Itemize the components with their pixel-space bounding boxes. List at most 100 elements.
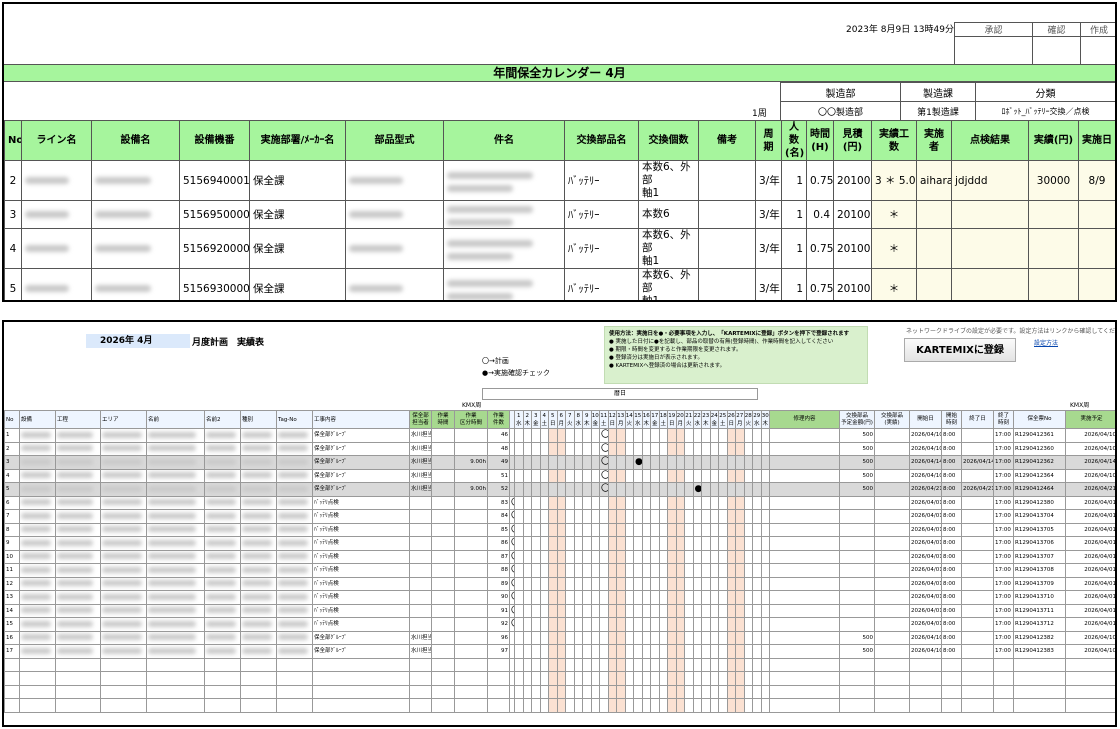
- day-cell[interactable]: [658, 536, 668, 551]
- day-cell[interactable]: [701, 630, 711, 645]
- actual-cost-input[interactable]: 30000: [1028, 160, 1079, 201]
- day-cell[interactable]: [658, 522, 668, 537]
- day-cell[interactable]: [735, 590, 745, 605]
- scheduled-date[interactable]: 2026/04/01: [1065, 509, 1115, 524]
- part-model[interactable]: [345, 200, 444, 229]
- planned-amount[interactable]: [839, 509, 875, 524]
- day-cell[interactable]: [752, 590, 762, 605]
- day-cell[interactable]: [650, 441, 660, 456]
- day-cell[interactable]: [514, 441, 524, 456]
- day-cell[interactable]: [548, 509, 558, 524]
- empty-cell[interactable]: [55, 684, 101, 699]
- planned-amount[interactable]: 500: [839, 428, 875, 443]
- repair-content[interactable]: [769, 603, 840, 618]
- day-cell[interactable]: [709, 468, 719, 483]
- day-cell[interactable]: [658, 495, 668, 510]
- start-time[interactable]: 8:00: [941, 630, 962, 645]
- day-cell[interactable]: [658, 549, 668, 564]
- empty-cell[interactable]: [909, 657, 942, 672]
- day-cell[interactable]: [607, 455, 617, 470]
- day-cell[interactable]: [726, 441, 736, 456]
- end-time[interactable]: 17:00: [993, 630, 1014, 645]
- day-cell[interactable]: [522, 522, 532, 537]
- empty-cell[interactable]: [874, 698, 910, 713]
- redacted-cell[interactable]: [146, 549, 205, 564]
- plan-row[interactable]: 6ﾊﾞｯﾃﾘ点検83〇2026/04/018:0017:00R129041238…: [4, 495, 1115, 510]
- work-time[interactable]: [431, 428, 455, 443]
- end-date[interactable]: [961, 590, 994, 605]
- work-hours[interactable]: [454, 536, 488, 551]
- redacted-cell[interactable]: [240, 590, 277, 605]
- day-cell[interactable]: [641, 455, 651, 470]
- empty-cell[interactable]: [240, 671, 277, 686]
- start-date[interactable]: 2026/04/01: [909, 590, 942, 605]
- day-cell[interactable]: [531, 630, 541, 645]
- work-hours[interactable]: [454, 630, 488, 645]
- empty-cell[interactable]: [240, 698, 277, 713]
- day-cell[interactable]: [624, 549, 634, 564]
- remarks[interactable]: [698, 160, 756, 201]
- day-cell[interactable]: [709, 617, 719, 632]
- empty-cell[interactable]: [735, 657, 745, 672]
- day-cell[interactable]: [548, 576, 558, 591]
- day-cell[interactable]: [599, 522, 609, 537]
- end-time[interactable]: 17:00: [993, 468, 1014, 483]
- day-cell[interactable]: [752, 495, 762, 510]
- redacted-cell[interactable]: [55, 563, 101, 578]
- day-cell[interactable]: [565, 482, 575, 497]
- day-cell[interactable]: [565, 441, 575, 456]
- day-cell[interactable]: [582, 495, 592, 510]
- empty-cell[interactable]: [539, 684, 549, 699]
- redacted-cell[interactable]: [204, 522, 241, 537]
- actual-amount[interactable]: [874, 644, 910, 659]
- empty-cell[interactable]: [743, 657, 753, 672]
- day-cell[interactable]: [701, 522, 711, 537]
- day-cell[interactable]: [522, 468, 532, 483]
- work-time[interactable]: [431, 549, 455, 564]
- redacted-cell[interactable]: [100, 522, 147, 537]
- redacted-cell[interactable]: [276, 428, 313, 443]
- day-cell[interactable]: [735, 455, 745, 470]
- day-cell[interactable]: [718, 644, 728, 659]
- end-time[interactable]: 17:00: [993, 455, 1014, 470]
- redacted-cell[interactable]: [100, 455, 147, 470]
- day-cell[interactable]: [573, 468, 583, 483]
- empty-cell[interactable]: [19, 684, 56, 699]
- day-cell[interactable]: [650, 468, 660, 483]
- end-time[interactable]: 17:00: [993, 590, 1014, 605]
- day-cell[interactable]: [667, 603, 677, 618]
- day-cell[interactable]: [684, 455, 694, 470]
- redacted-cell[interactable]: [276, 536, 313, 551]
- plan-row[interactable]: 14ﾊﾞｯﾃﾘ点検91〇2026/04/018:0017:00R12904137…: [4, 603, 1115, 618]
- day-cell[interactable]: [735, 495, 745, 510]
- actual-amount[interactable]: [874, 495, 910, 510]
- day-cell[interactable]: [624, 495, 634, 510]
- empty-cell[interactable]: [726, 657, 736, 672]
- empty-cell[interactable]: [684, 698, 694, 713]
- plan-row[interactable]: 10ﾊﾞｯﾃﾘ点検87〇2026/04/018:0017:00R12904137…: [4, 549, 1115, 564]
- day-cell[interactable]: [599, 603, 609, 618]
- day-cell[interactable]: [548, 536, 558, 551]
- work-hours[interactable]: [454, 576, 488, 591]
- empty-cell[interactable]: [941, 698, 962, 713]
- actual-amount[interactable]: [874, 428, 910, 443]
- person[interactable]: [409, 617, 432, 632]
- redacted-cell[interactable]: [146, 468, 205, 483]
- start-date[interactable]: 2026/04/01: [909, 495, 942, 510]
- empty-cell[interactable]: [487, 698, 510, 713]
- day-cell[interactable]: [684, 563, 694, 578]
- day-cell[interactable]: [675, 522, 685, 537]
- day-cell[interactable]: [522, 536, 532, 551]
- redacted-cell[interactable]: [204, 468, 241, 483]
- end-time[interactable]: 17:00: [993, 522, 1014, 537]
- day-cell[interactable]: [667, 455, 677, 470]
- day-cell[interactable]: [548, 482, 558, 497]
- day-cell[interactable]: [582, 563, 592, 578]
- empty-cell[interactable]: [1065, 657, 1115, 672]
- empty-cell[interactable]: [874, 671, 910, 686]
- start-time[interactable]: 8:00: [941, 482, 962, 497]
- day-cell[interactable]: [531, 455, 541, 470]
- day-cell[interactable]: [607, 644, 617, 659]
- day-cell[interactable]: [582, 549, 592, 564]
- redacted-cell[interactable]: [19, 495, 56, 510]
